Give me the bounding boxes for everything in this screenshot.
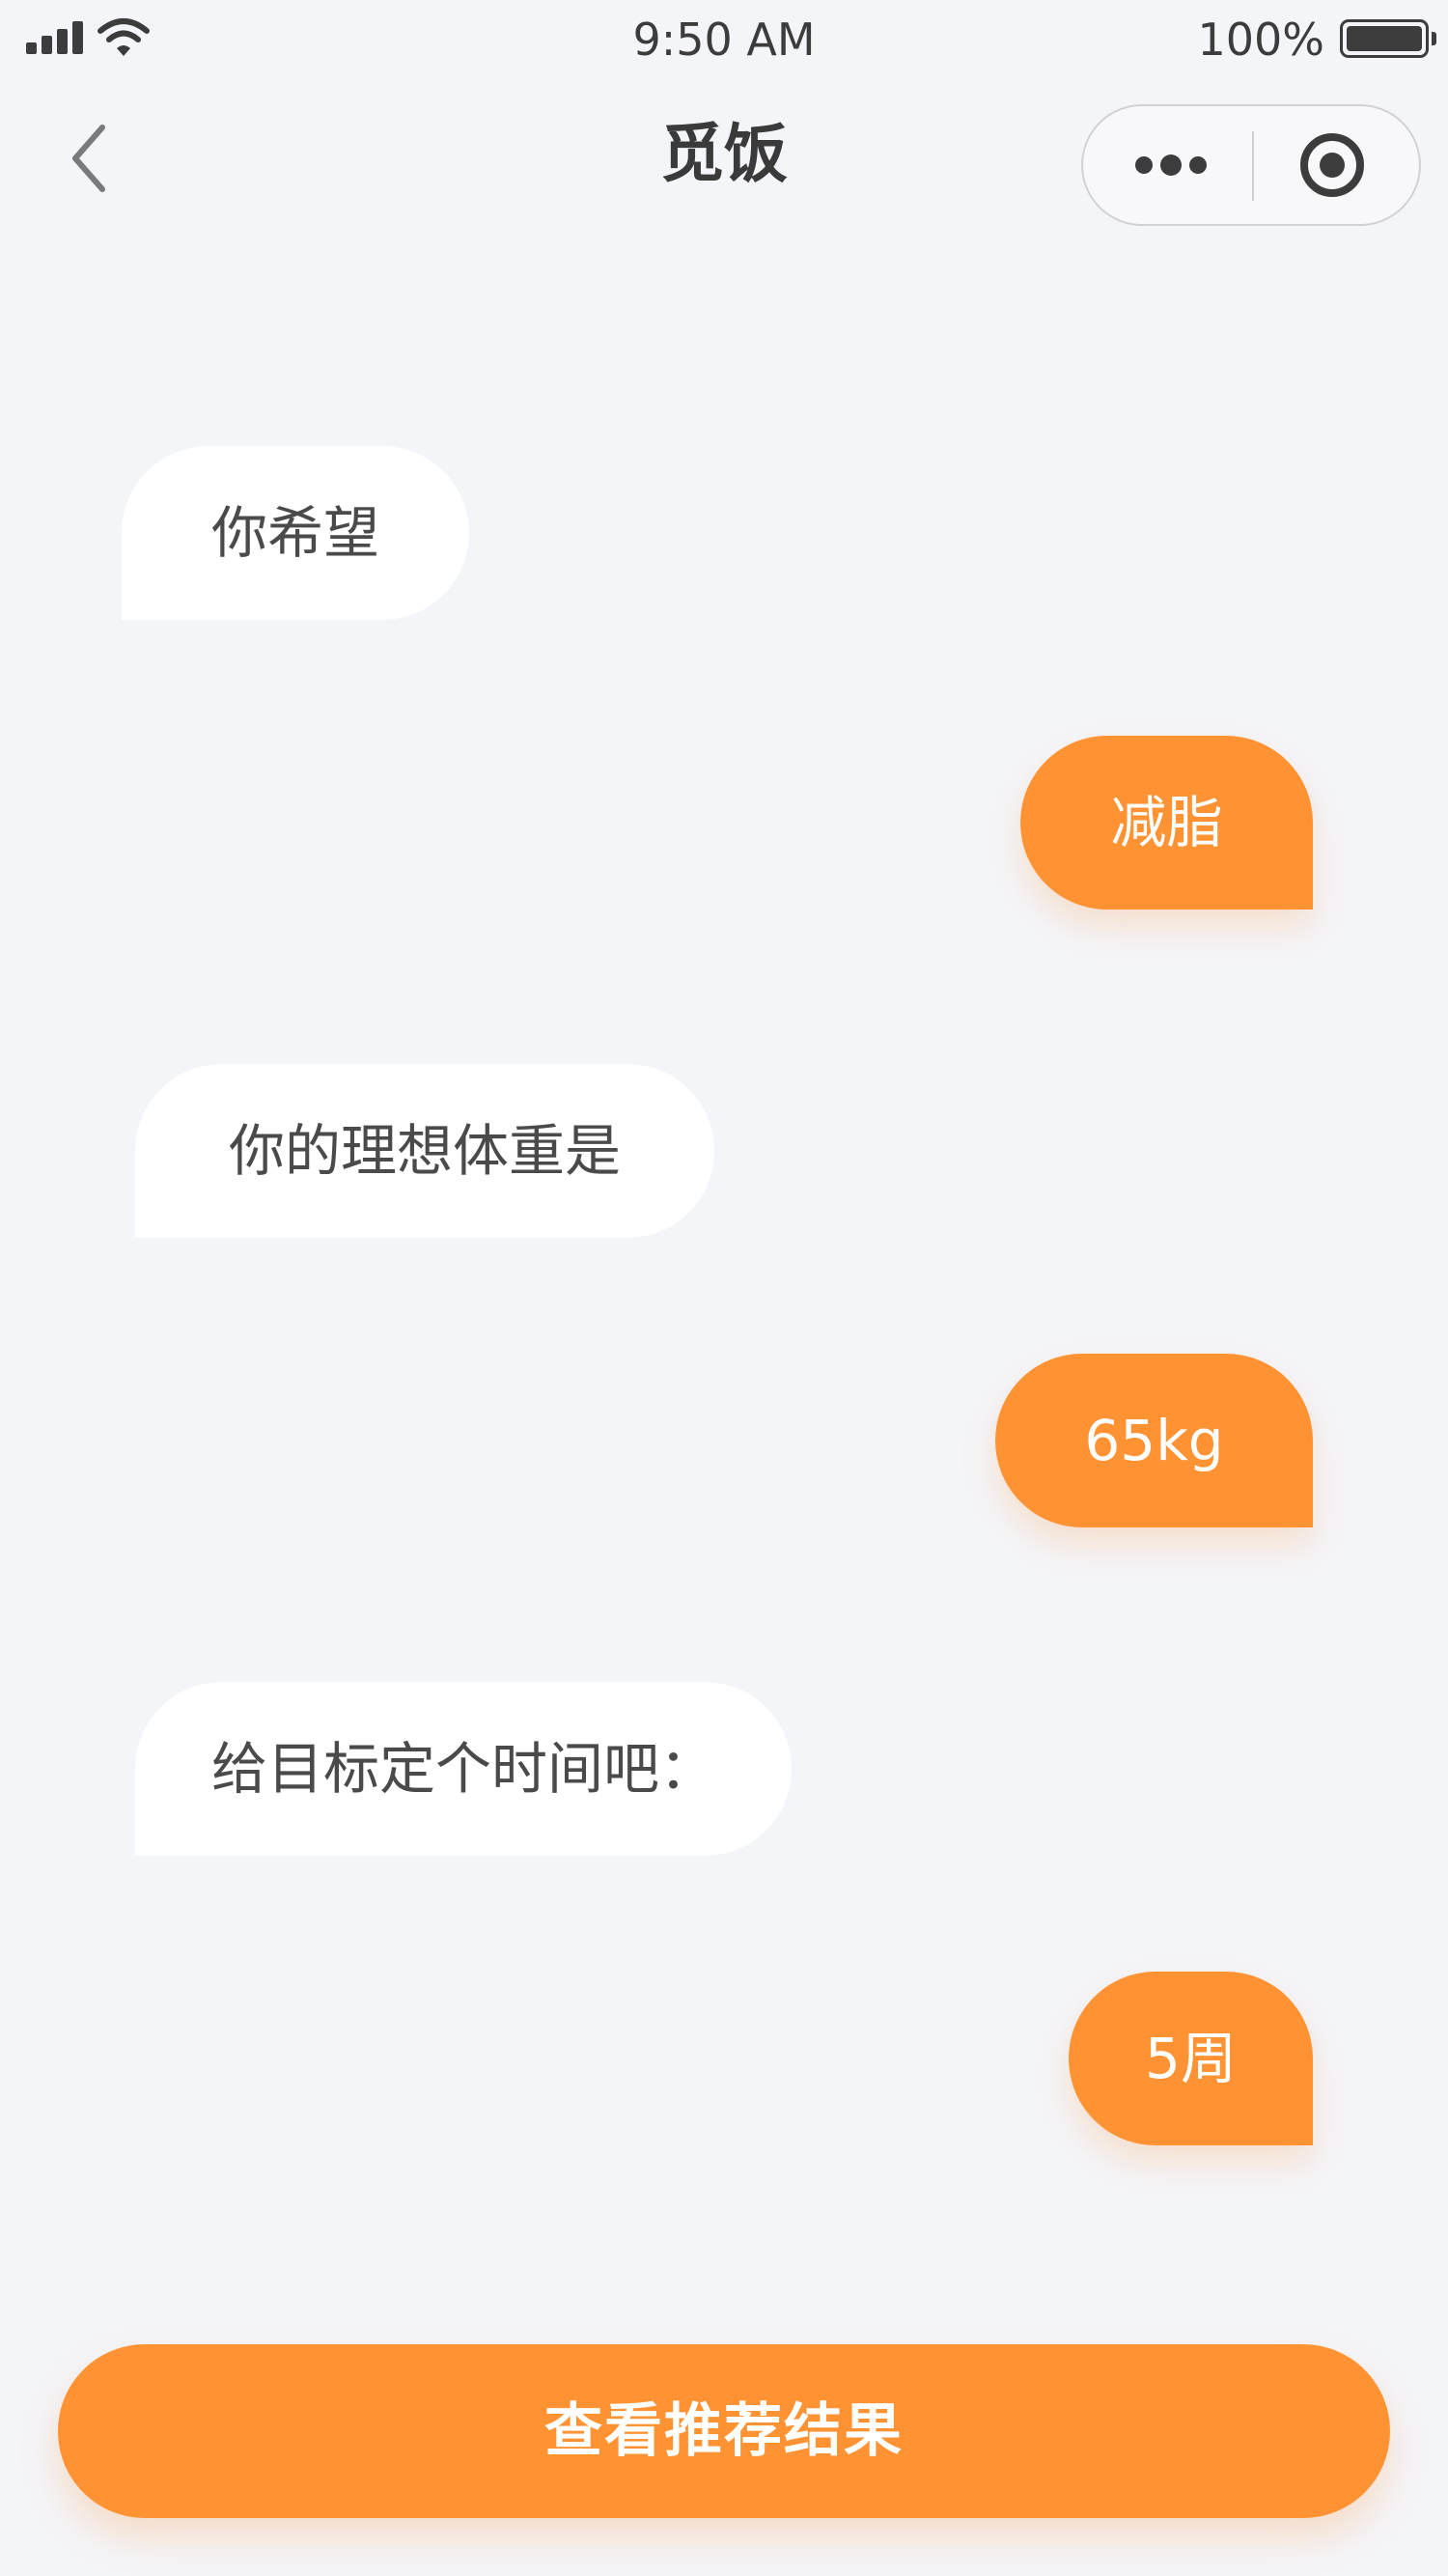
mini-program-capsule (1081, 104, 1421, 226)
battery-percentage: 100% (1197, 14, 1324, 66)
more-dots-icon (1189, 156, 1207, 174)
target-icon-core (1320, 153, 1345, 178)
bot-message: 你希望 (122, 446, 469, 620)
status-bar: 9:50 AM 100% (0, 0, 1448, 87)
user-message: 65kg (995, 1354, 1313, 1527)
user-message: 5周 (1069, 1972, 1313, 2145)
view-results-button[interactable]: 查看推荐结果 (58, 2344, 1390, 2518)
user-message: 减脂 (1020, 736, 1313, 910)
bot-message: 你的理想体重是 (135, 1064, 714, 1238)
chat-thread: 你希望 减脂 你的理想体重是 65kg 给目标定个时间吧： 5周 (0, 241, 1448, 2317)
more-button[interactable] (1083, 106, 1252, 224)
battery-icon (1340, 19, 1436, 58)
close-button[interactable] (1254, 106, 1419, 224)
bot-message: 给目标定个时间吧： (135, 1682, 792, 1856)
more-dots-icon (1135, 156, 1153, 174)
more-dots-icon (1160, 154, 1182, 176)
navigation-bar: 觅饭 (0, 87, 1448, 241)
